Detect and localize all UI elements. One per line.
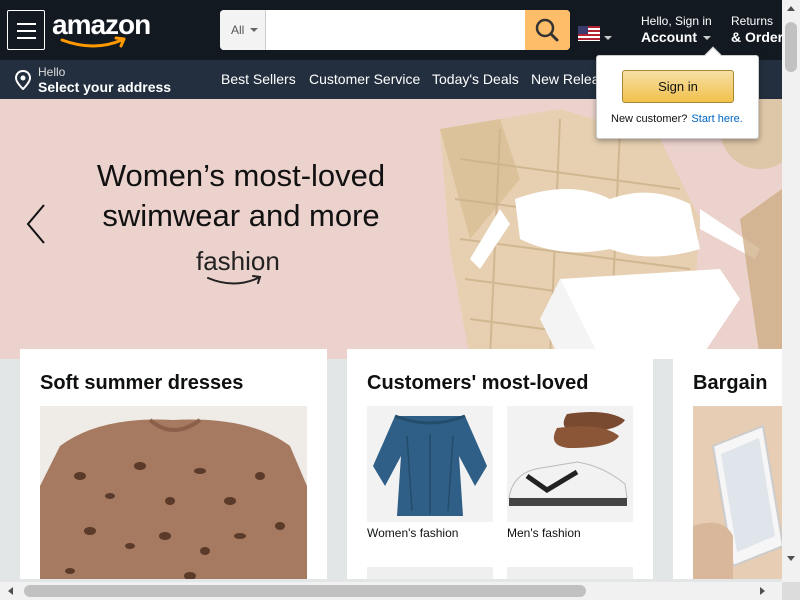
- start-here-link[interactable]: Start here.: [691, 113, 742, 125]
- menu-icon: [17, 23, 36, 25]
- new-customer-label: New customer?: [611, 113, 688, 125]
- menu-icon: [17, 30, 36, 32]
- vertical-scrollbar[interactable]: [782, 0, 800, 582]
- mens-fashion-tile[interactable]: [507, 406, 633, 522]
- scroll-up-arrow-icon[interactable]: [787, 6, 795, 11]
- deliver-greeting: Hello: [38, 65, 66, 79]
- scroll-right-arrow-icon[interactable]: [760, 587, 765, 595]
- search-button[interactable]: [525, 10, 570, 50]
- account-greeting: Hello, Sign in: [641, 14, 712, 28]
- account-label: Account: [641, 29, 697, 45]
- hero-title-line1: Women’s most-loved: [96, 158, 386, 193]
- search-input[interactable]: [266, 10, 525, 50]
- returns-label: Returns: [731, 14, 774, 28]
- dress-image[interactable]: [40, 406, 307, 579]
- fashion-smile-icon: [207, 275, 262, 285]
- product-tile[interactable]: [367, 567, 493, 579]
- card-bargain: Bargain: [673, 349, 782, 579]
- menu-icon: [17, 37, 36, 39]
- leopard-dress-image: [40, 418, 307, 579]
- product-tile[interactable]: [507, 567, 633, 579]
- vertical-scroll-thumb[interactable]: [785, 22, 797, 72]
- search-category-select[interactable]: All: [220, 10, 266, 50]
- signin-button[interactable]: Sign in: [622, 70, 734, 103]
- hero-title-line2: swimwear and more: [102, 198, 380, 233]
- amazon-logo[interactable]: amazon: [52, 10, 152, 50]
- scrollbar-corner: [782, 582, 800, 600]
- nav-link-customer-service[interactable]: Customer Service: [309, 71, 420, 87]
- new-customer-text: New customer? Start here.: [611, 113, 743, 125]
- hero-brand: fashion: [196, 246, 280, 276]
- blue-blouse-image: [373, 414, 487, 516]
- sandals-sneakers-image: [508, 412, 628, 506]
- womens-fashion-tile[interactable]: [367, 406, 493, 522]
- signin-flyout: Sign in New customer? Start here.: [596, 46, 759, 139]
- logo-smile-icon: [60, 36, 126, 48]
- scroll-down-arrow-icon[interactable]: [787, 556, 795, 561]
- scroll-left-arrow-icon[interactable]: [8, 587, 13, 595]
- us-flag-icon[interactable]: [578, 26, 600, 41]
- search-category-label: All: [231, 23, 245, 37]
- chevron-down-icon: [250, 28, 258, 32]
- nav-link-best-sellers[interactable]: Best Sellers: [221, 71, 296, 87]
- card-soft-summer-dresses: Soft summer dresses: [20, 349, 327, 579]
- mens-fashion-label[interactable]: Men's fashion: [507, 526, 581, 540]
- chevron-down-icon: [604, 36, 612, 40]
- hero-title: Women’s most-loved swimwear and more: [0, 156, 482, 236]
- menu-button[interactable]: [7, 10, 45, 50]
- location-pin-icon: [14, 70, 32, 90]
- orders-label: & Orders: [731, 29, 782, 45]
- chevron-down-icon: [703, 36, 711, 41]
- bargain-tile[interactable]: [693, 406, 782, 579]
- search-icon: [535, 18, 559, 42]
- account-menu[interactable]: Hello, Sign in Account: [641, 14, 712, 46]
- top-nav: amazon All Hello, Sign in Account Return…: [0, 0, 782, 60]
- womens-fashion-label[interactable]: Women's fashion: [367, 526, 458, 540]
- nav-link-todays-deals[interactable]: Today's Deals: [432, 71, 519, 87]
- horizontal-scroll-thumb[interactable]: [24, 585, 586, 597]
- returns-orders-link[interactable]: Returns & Orders: [731, 14, 782, 46]
- card-title: Customers' most-loved: [367, 372, 589, 394]
- horizontal-scrollbar[interactable]: [0, 582, 782, 600]
- select-address-label: Select your address: [38, 79, 172, 95]
- card-customers-most-loved: Customers' most-loved Women's fashion Me…: [347, 349, 653, 579]
- card-title: Soft summer dresses: [40, 372, 244, 394]
- phone-stand-image: [693, 406, 782, 579]
- card-title: Bargain: [693, 372, 768, 394]
- search-bar: All: [220, 10, 570, 50]
